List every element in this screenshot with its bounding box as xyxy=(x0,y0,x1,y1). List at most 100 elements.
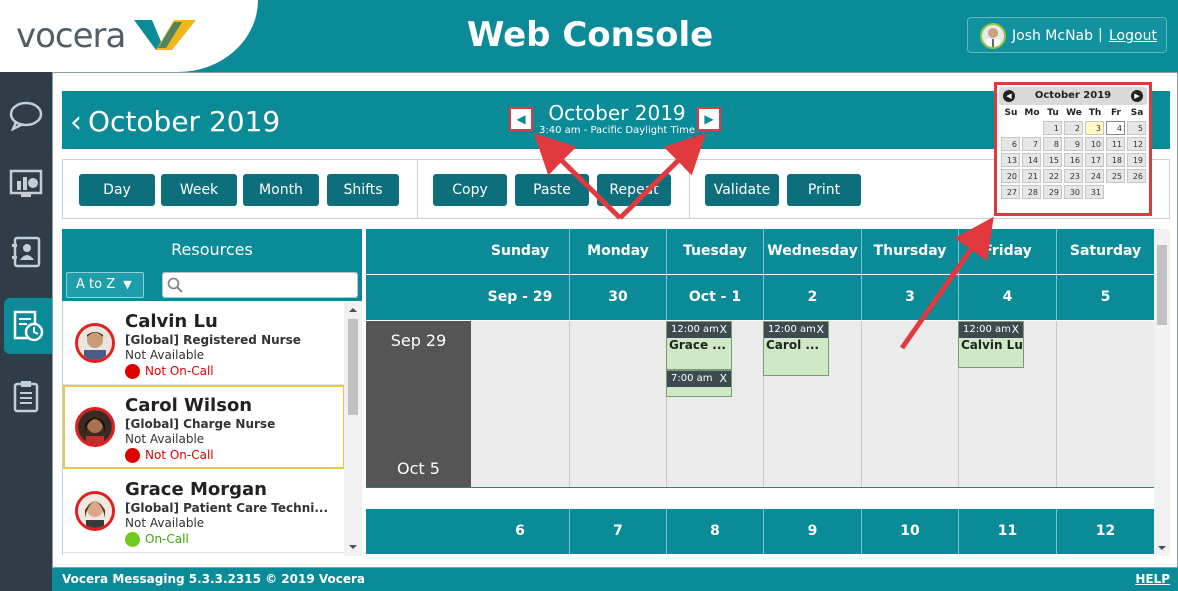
mini-day-cell[interactable]: 26 xyxy=(1127,169,1146,183)
mini-day-cell[interactable]: 30 xyxy=(1064,185,1083,199)
mini-day-cell[interactable]: 24 xyxy=(1085,169,1104,183)
day-header: Saturday xyxy=(1056,229,1154,274)
resource-list-scrollbar[interactable] xyxy=(344,301,362,556)
app-title: Web Console xyxy=(466,15,714,55)
logout-link[interactable]: Logout xyxy=(1109,28,1157,44)
date-header: 5 xyxy=(1056,275,1154,320)
day-header: Friday xyxy=(958,229,1056,274)
remove-shift-icon[interactable]: X xyxy=(719,322,727,338)
prev-month-button[interactable]: ◀ xyxy=(509,107,533,131)
shift-block[interactable]: 12:00 am X Calvin Lu xyxy=(958,321,1024,368)
resource-role: [Global] Charge Nurse xyxy=(125,417,276,431)
mini-day-cell[interactable]: 9 xyxy=(1064,137,1083,151)
next-month-button[interactable]: ▶ xyxy=(697,107,721,131)
mini-day-cell[interactable]: 7 xyxy=(1022,137,1041,151)
contacts-icon[interactable] xyxy=(0,224,52,280)
mini-day-cell[interactable]: 5 xyxy=(1127,121,1146,135)
week-view-button[interactable]: Week xyxy=(161,174,237,206)
mini-prev-icon[interactable]: ◀ xyxy=(1003,90,1015,102)
schedule-icon[interactable] xyxy=(4,298,52,354)
scroll-down-icon[interactable] xyxy=(344,540,362,554)
mini-day-cell[interactable]: 16 xyxy=(1064,153,1083,167)
back-chevron-icon[interactable]: ‹ xyxy=(70,105,82,140)
scroll-down-icon[interactable] xyxy=(1154,542,1170,554)
mini-dow-label: Tu xyxy=(1047,108,1059,118)
mini-day-cell[interactable]: 17 xyxy=(1085,153,1104,167)
mini-day-cell[interactable]: 12 xyxy=(1127,137,1146,151)
mini-day-cell[interactable]: 27 xyxy=(1001,185,1020,199)
mini-calendar: ◀ October 2019 ▶ Su Mo Tu We Th Fr Sa 1 2 3 4 5 6 7 8 9… xyxy=(994,82,1152,216)
status-dot-icon xyxy=(125,448,140,463)
mini-day-cell[interactable]: 8 xyxy=(1043,137,1062,151)
mini-day-cell[interactable]: 22 xyxy=(1043,169,1062,183)
mini-day-cell[interactable]: 13 xyxy=(1001,153,1020,167)
mini-day-cell[interactable]: 14 xyxy=(1022,153,1041,167)
help-link[interactable]: HELP xyxy=(1135,572,1170,586)
calendar-scrollbar[interactable] xyxy=(1154,229,1170,556)
mini-day-cell[interactable]: 10 xyxy=(1085,137,1104,151)
week-start-label: Sep 29 xyxy=(390,331,447,350)
print-button[interactable]: Print xyxy=(787,174,861,206)
scrollbar-thumb[interactable] xyxy=(348,319,358,415)
mini-day-cell[interactable]: 1 xyxy=(1043,121,1062,135)
sort-dropdown[interactable]: A to Z ▼ xyxy=(66,272,144,298)
mini-day-cell[interactable]: 18 xyxy=(1106,153,1125,167)
user-avatar xyxy=(980,23,1006,49)
status-dot-icon xyxy=(125,532,140,547)
resource-card[interactable]: Calvin Lu [Global] Registered Nurse Not … xyxy=(63,301,345,385)
date-header: Oct - 1 xyxy=(666,275,763,320)
shifts-view-button[interactable]: Shifts xyxy=(327,174,399,206)
mini-day-cell[interactable]: 31 xyxy=(1085,185,1104,199)
mini-day-cell[interactable]: 19 xyxy=(1127,153,1146,167)
dashboard-icon[interactable] xyxy=(0,156,52,212)
day-view-button[interactable]: Day xyxy=(79,174,155,206)
mini-day-cell[interactable]: 25 xyxy=(1106,169,1125,183)
date-header-row: Sep - 29 30 Oct - 1 2 3 4 5 xyxy=(366,275,1154,320)
validate-button[interactable]: Validate xyxy=(705,174,779,206)
day-cell-thursday[interactable] xyxy=(861,321,958,488)
day-cell-saturday[interactable] xyxy=(1056,321,1154,488)
mini-dow-label: We xyxy=(1066,108,1082,118)
resource-card[interactable]: Grace Morgan [Global] Patient Care Techn… xyxy=(63,469,345,553)
paste-button[interactable]: Paste xyxy=(515,174,589,206)
date-header: 12 xyxy=(1056,509,1154,554)
mini-day-cell[interactable]: 23 xyxy=(1064,169,1083,183)
search-icon xyxy=(167,277,183,293)
day-header: Wednesday xyxy=(763,229,861,274)
clipboard-icon[interactable] xyxy=(0,368,52,424)
mini-day-cell[interactable]: 21 xyxy=(1022,169,1041,183)
repeat-button[interactable]: Repeat xyxy=(597,174,671,206)
resource-search-input[interactable] xyxy=(162,272,358,298)
mini-next-icon[interactable]: ▶ xyxy=(1131,90,1143,102)
shift-block[interactable]: 12:00 am X Grace ... xyxy=(666,321,732,370)
mini-day-cell[interactable]: 15 xyxy=(1043,153,1062,167)
remove-shift-icon[interactable]: X xyxy=(816,322,824,338)
mini-day-cell[interactable]: 28 xyxy=(1022,185,1041,199)
mini-day-cell[interactable]: 20 xyxy=(1001,169,1020,183)
resources-header: Resources A to Z ▼ xyxy=(62,229,362,301)
mini-day-cell[interactable]: 11 xyxy=(1106,137,1125,151)
scrollbar-thumb[interactable] xyxy=(1157,245,1167,325)
mini-day-cell[interactable]: 4 xyxy=(1106,121,1125,135)
mini-day-cell[interactable]: 29 xyxy=(1043,185,1062,199)
mini-day-cell[interactable]: 3 xyxy=(1085,121,1104,135)
remove-shift-icon[interactable]: X xyxy=(719,371,727,387)
copy-button[interactable]: Copy xyxy=(433,174,507,206)
scroll-up-icon[interactable] xyxy=(344,303,362,317)
month-view-button[interactable]: Month xyxy=(243,174,319,206)
resource-card[interactable]: Carol Wilson [Global] Charge Nurse Not A… xyxy=(63,385,345,469)
remove-shift-icon[interactable]: X xyxy=(1011,322,1019,338)
day-cell-sunday[interactable] xyxy=(471,321,569,488)
messages-icon[interactable] xyxy=(0,88,52,144)
resource-availability: Not Available xyxy=(125,516,205,530)
resource-oncall-status: On-Call xyxy=(145,532,189,546)
shift-block[interactable]: 7:00 am X xyxy=(666,370,732,397)
date-header: 11 xyxy=(958,509,1056,554)
logo-panel: vocera xyxy=(0,0,258,72)
mini-day-cell[interactable]: 6 xyxy=(1001,137,1020,151)
day-header: Sunday xyxy=(490,243,550,259)
mini-day-cell[interactable]: 2 xyxy=(1064,121,1083,135)
day-cell-monday[interactable] xyxy=(569,321,666,488)
mini-dow-label: Fr xyxy=(1110,108,1121,118)
shift-block[interactable]: 12:00 am X Carol ... xyxy=(763,321,829,376)
